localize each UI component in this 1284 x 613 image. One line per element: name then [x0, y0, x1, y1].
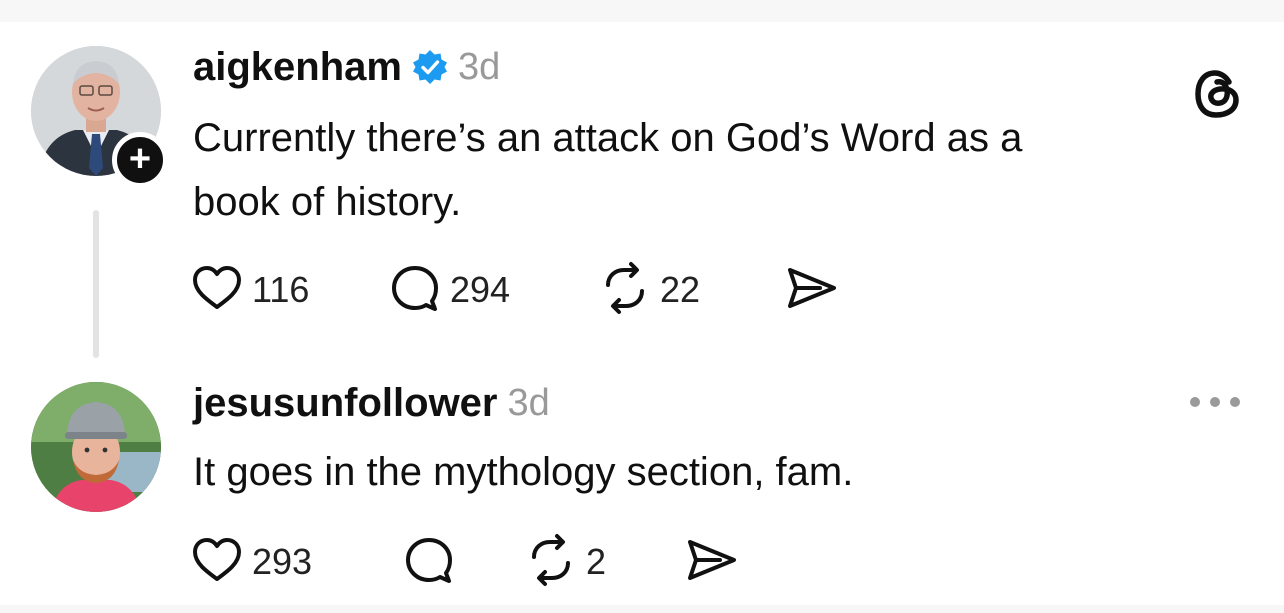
post-text-line: Currently there’s an attack on God’s Wor… — [193, 116, 1023, 160]
thread-reply: jesusunfollower 3d It goes in the mythol… — [0, 352, 1284, 605]
post-header: aigkenham 3d — [193, 42, 500, 92]
repost-button[interactable]: 2 — [524, 533, 684, 592]
bottom-divider — [0, 605, 1284, 613]
post-timestamp: 3d — [507, 381, 550, 424]
reply-button[interactable] — [402, 533, 524, 592]
action-bar: 116 294 22 — [190, 260, 838, 320]
repost-count: 2 — [586, 541, 607, 582]
heart-icon — [190, 261, 244, 320]
username[interactable]: aigkenham — [193, 45, 402, 90]
like-count: 293 — [252, 541, 313, 582]
repost-count: 22 — [660, 269, 701, 310]
action-bar: 293 2 — [190, 532, 738, 592]
send-icon — [784, 261, 838, 320]
post-timestamp: 3d — [457, 45, 501, 88]
like-button[interactable]: 116 — [190, 261, 388, 320]
verified-badge-icon — [412, 49, 448, 85]
post-text-line: It goes in the mythology section, fam. — [193, 450, 854, 494]
dot — [1230, 397, 1240, 407]
send-icon — [684, 533, 738, 592]
top-divider — [0, 0, 1284, 22]
post-header: jesusunfollower 3d — [193, 378, 550, 428]
username[interactable]: jesusunfollower — [193, 381, 498, 426]
like-button[interactable]: 293 — [190, 533, 402, 592]
more-dots-icon[interactable] — [1190, 392, 1240, 412]
repost-button[interactable]: 22 — [598, 261, 784, 320]
comment-icon — [402, 533, 456, 592]
thread-post: + aigkenham 3d Currently there’s an atta… — [0, 22, 1284, 358]
reply-count: 294 — [450, 269, 511, 310]
post-text-line: book of history. — [193, 180, 462, 224]
post-text: It goes in the mythology section, fam. — [193, 440, 1193, 504]
like-count: 116 — [252, 269, 310, 310]
dot — [1210, 397, 1220, 407]
repost-icon — [598, 261, 652, 320]
repost-icon — [524, 533, 578, 592]
threads-logo-icon[interactable] — [1192, 68, 1244, 120]
comment-icon — [388, 261, 442, 320]
post-text: Currently there’s an attack on God’s Wor… — [193, 106, 1193, 234]
avatar[interactable] — [31, 382, 161, 512]
follow-button[interactable]: + — [112, 132, 168, 188]
dot — [1190, 397, 1200, 407]
share-button[interactable] — [684, 533, 738, 592]
reply-button[interactable]: 294 — [388, 261, 598, 320]
share-button[interactable] — [784, 261, 838, 320]
heart-icon — [190, 533, 244, 592]
thread-connector-line — [93, 210, 99, 358]
